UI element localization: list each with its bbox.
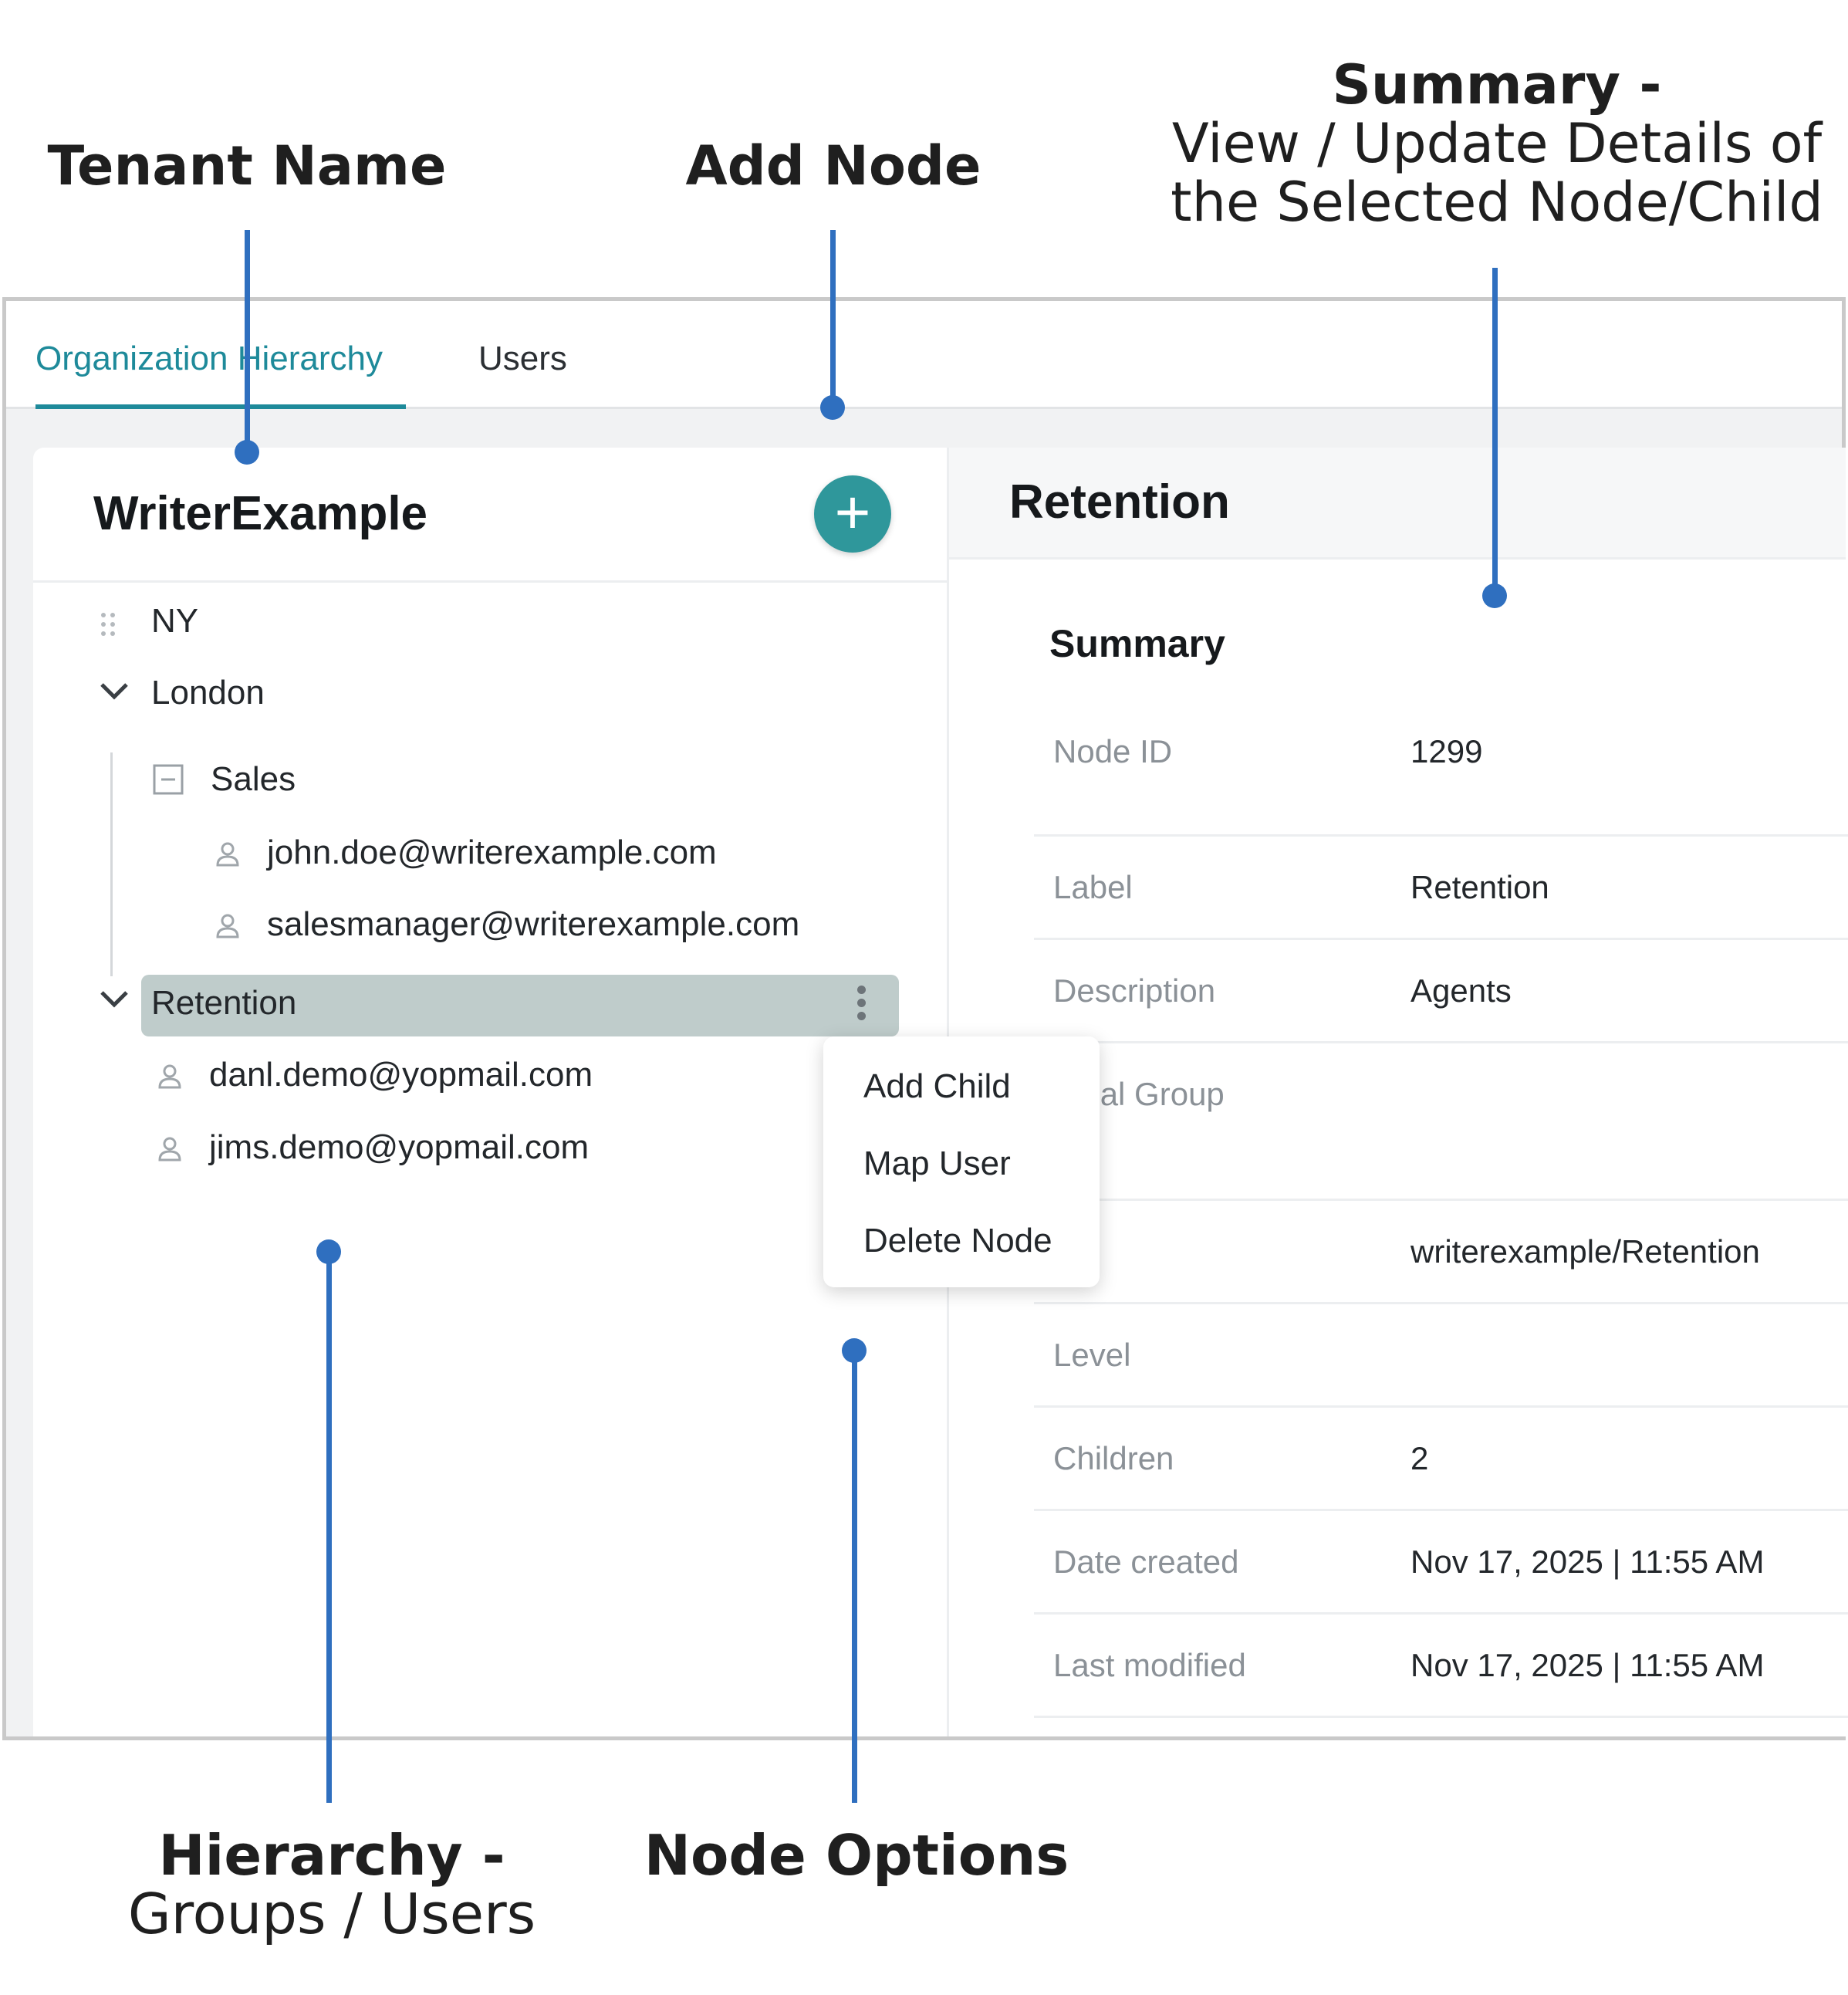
tree-node-retention[interactable]: Retention <box>141 975 899 1036</box>
annotation-node-options: Node Options <box>633 1828 1080 1883</box>
user-email: danl.demo@yopmail.com <box>209 1056 593 1094</box>
detail-row-last-modified: Last modified Nov 17, 2025 | 11:55 AM <box>1034 1615 1848 1718</box>
user-icon <box>158 1137 181 1161</box>
user-email: john.doe@writerexample.com <box>267 834 717 871</box>
detail-value: Nov 17, 2025 | 11:55 AM <box>1410 1544 1765 1580</box>
annotation-add-node-text: Add Node <box>685 134 981 198</box>
annotation-dot-summary <box>1482 583 1507 608</box>
detail-value: 2 <box>1410 1440 1429 1476</box>
menu-item-map-user[interactable]: Map User <box>863 1145 1011 1183</box>
detail-key: Level <box>1053 1337 1131 1373</box>
annotation-node-options-text: Node Options <box>644 1823 1069 1888</box>
annotation-line-summary <box>1492 268 1498 596</box>
chevron-down-icon[interactable] <box>99 680 130 703</box>
annotation-hierarchy: Hierarchy - Groups / Users <box>93 1828 571 1942</box>
user-icon <box>158 1064 181 1089</box>
collapse-square-icon[interactable] <box>153 764 184 795</box>
detail-value: 1299 <box>1410 733 1483 769</box>
tree-node-label: London <box>151 674 265 712</box>
summary-header: Retention <box>949 448 1846 560</box>
user-icon <box>216 842 239 867</box>
annotation-line-add-node <box>830 230 836 407</box>
annotation-line-node-options <box>852 1349 857 1803</box>
detail-row-level: Level <box>1034 1304 1848 1408</box>
annotation-tenant-name-text: Tenant Name <box>47 134 447 198</box>
tree-node-label: Retention <box>151 984 297 1022</box>
detail-key: Label <box>1053 869 1133 905</box>
detail-key: Last modified <box>1053 1647 1246 1683</box>
tab-bar: Organization Hierarchy Users <box>6 301 1842 409</box>
menu-item-add-child[interactable]: Add Child <box>863 1067 1011 1106</box>
detail-value: Nov 17, 2025 | 11:55 AM <box>1410 1647 1765 1683</box>
detail-row-date-created: Date created Nov 17, 2025 | 11:55 AM <box>1034 1511 1848 1615</box>
tenant-name: WriterExample <box>93 487 428 540</box>
annotation-line-tenant <box>245 230 250 452</box>
add-node-button[interactable]: + <box>814 475 891 553</box>
detail-row-node-id: Node ID 1299 <box>1034 733 1848 837</box>
detail-row-label: Label Retention <box>1034 837 1848 940</box>
detail-key: Description <box>1053 972 1216 1009</box>
detail-value: Agents <box>1410 972 1512 1009</box>
detail-row-external-group: ernal Group <box>1034 1043 1848 1201</box>
plus-icon: + <box>834 478 871 546</box>
detail-row-description: Description Agents <box>1034 940 1848 1043</box>
selected-node-title: Retention <box>1009 475 1230 529</box>
detail-value: writerexample/Retention <box>1410 1233 1760 1270</box>
detail-key: Node ID <box>1053 733 1173 769</box>
hierarchy-header: WriterExample + <box>33 448 948 583</box>
tree-node-label: Sales <box>211 760 296 798</box>
user-icon <box>216 914 239 938</box>
tree-node-label: NY <box>151 602 199 640</box>
annotation-summary: Summary - View / Update Details of the S… <box>1157 58 1836 229</box>
annotation-summary-title: Summary - <box>1332 53 1662 117</box>
annotation-summary-line2: the Selected Node/Child <box>1171 171 1823 234</box>
hierarchy-panel: WriterExample + NY London Sales john.doe… <box>33 448 948 1736</box>
tab-users[interactable]: Users <box>478 332 567 409</box>
user-email: jims.demo@yopmail.com <box>209 1128 590 1166</box>
drag-handle-icon <box>101 613 115 636</box>
tree-guide-line <box>110 752 113 976</box>
detail-key: Children <box>1053 1440 1174 1476</box>
annotation-dot-add-node <box>820 395 845 420</box>
annotation-dot-tenant <box>235 440 259 465</box>
menu-item-delete-node[interactable]: Delete Node <box>863 1222 1052 1260</box>
detail-row-children: Children 2 <box>1034 1408 1848 1511</box>
annotation-line-hierarchy <box>326 1250 332 1803</box>
node-options-menu: Add Child Map User Delete Node <box>823 1036 1100 1287</box>
summary-section-title: Summary <box>1049 622 1225 665</box>
annotation-hierarchy-title: Hierarchy - <box>158 1823 505 1888</box>
chevron-down-icon[interactable] <box>99 988 130 1011</box>
detail-value: Retention <box>1410 869 1549 905</box>
detail-row-path: h writerexample/Retention <box>1034 1201 1848 1304</box>
kebab-menu-icon[interactable] <box>857 986 868 1026</box>
tab-organization-hierarchy[interactable]: Organization Hierarchy <box>35 332 406 409</box>
annotation-summary-line1: View / Update Details of <box>1171 112 1823 175</box>
annotation-tenant-name: Tenant Name <box>46 139 448 193</box>
user-email: salesmanager@writerexample.com <box>267 905 800 943</box>
annotation-hierarchy-sub: Groups / Users <box>127 1882 536 1946</box>
detail-key: Date created <box>1053 1544 1239 1580</box>
annotation-add-node: Add Node <box>633 139 1034 193</box>
